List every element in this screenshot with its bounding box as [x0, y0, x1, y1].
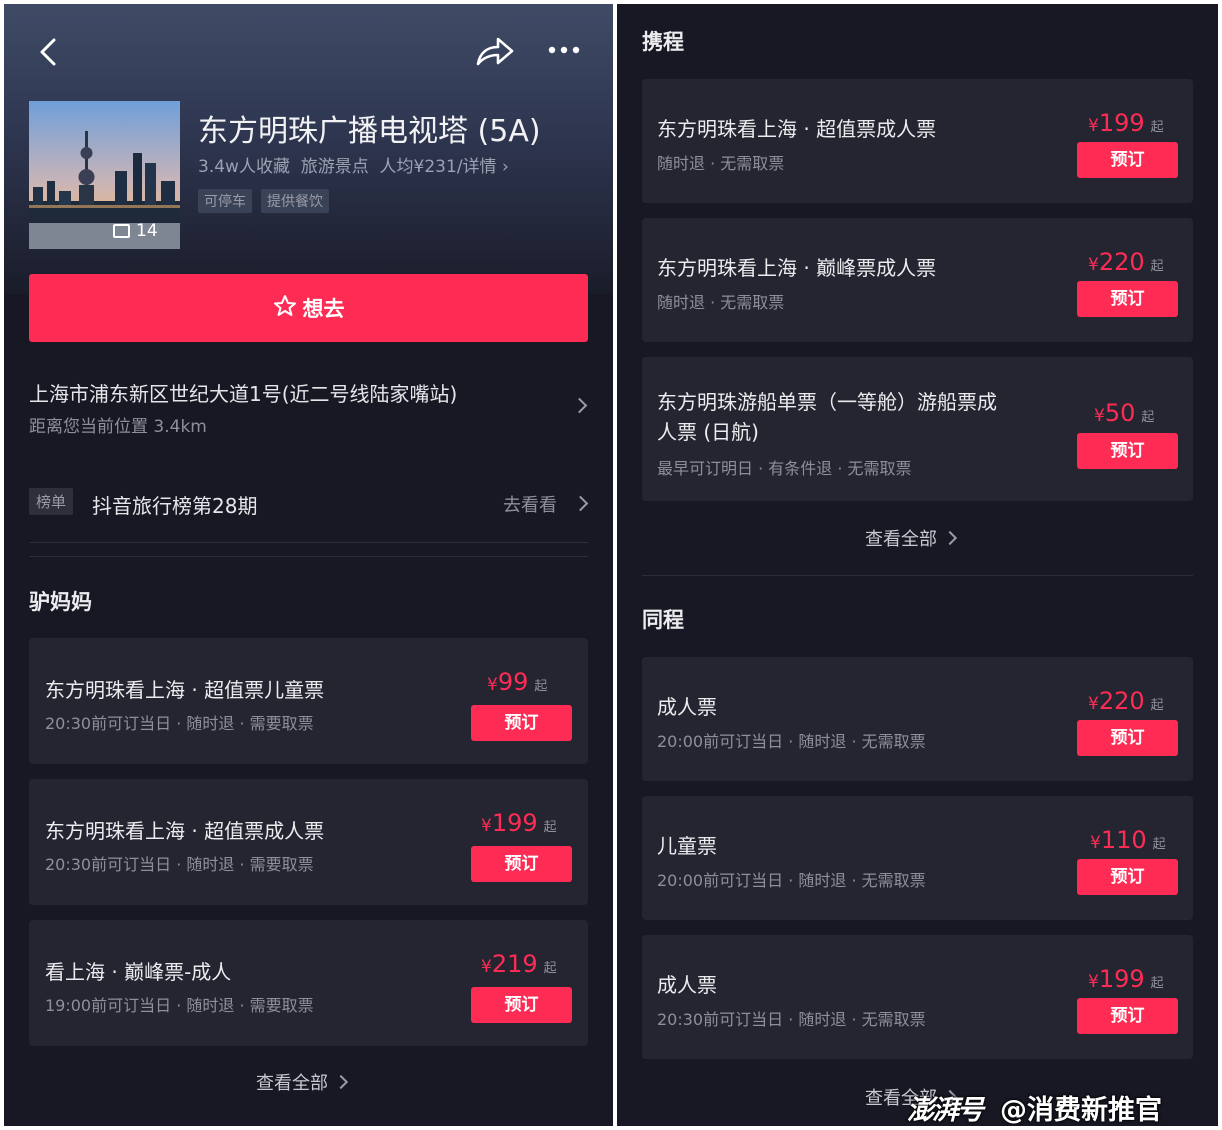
view-all-label: 查看全部: [256, 1073, 328, 1094]
ticket-card[interactable]: 东方明珠看上海 · 超值票成人票 随时退 · 无需取票 ¥199 起 预订: [642, 79, 1193, 203]
ticket-conditions: 最早可订明日 · 有条件退 · 无需取票: [657, 459, 912, 478]
more-icon[interactable]: [547, 42, 581, 58]
ticket-conditions: 20:00前可订当日 · 随时退 · 无需取票: [657, 871, 926, 890]
section-title-lvmama: 驴妈妈: [29, 590, 92, 614]
ticket-name: 看上海 · 巅峰票-成人: [45, 960, 232, 984]
address-line: 上海市浦东新区世纪大道1号(近二号线陆家嘴站): [29, 382, 458, 406]
ticket-price: ¥110 起: [1090, 826, 1166, 854]
ticket-conditions: 20:00前可订当日 · 随时退 · 无需取票: [657, 732, 926, 751]
want-label: 想去: [302, 297, 345, 321]
ticket-card[interactable]: 看上海 · 巅峰票-成人 19:00前可订当日 · 随时退 · 需要取票 ¥21…: [29, 920, 588, 1046]
back-icon[interactable]: [36, 36, 64, 68]
view-all-link[interactable]: 查看全部: [256, 1069, 349, 1095]
ticket-name: 成人票: [657, 973, 717, 997]
ticket-card[interactable]: 东方明珠看上海 · 超值票成人票 20:30前可订当日 · 随时退 · 需要取票…: [29, 779, 588, 905]
ticket-price: ¥199 起: [1088, 965, 1164, 993]
left-panel: 14 东方明珠广播电视塔 (5A) 3.4w人收藏 旅游景点 人均¥231/详情…: [4, 4, 613, 1126]
chevron-right-icon: [571, 397, 588, 414]
ticket-conditions: 20:30前可订当日 · 随时退 · 需要取票: [45, 714, 314, 733]
ranking-name: 抖音旅行榜第28期: [92, 494, 258, 518]
ticket-price: ¥199 起: [1088, 109, 1164, 137]
book-button[interactable]: 预订: [1077, 859, 1178, 895]
star-icon: [273, 294, 297, 323]
ticket-price: ¥220 起: [1088, 248, 1164, 276]
book-button[interactable]: 预订: [1077, 720, 1178, 756]
divider: [29, 542, 588, 543]
ticket-name: 儿童票: [657, 834, 717, 858]
divider: [29, 556, 588, 557]
ticket-conditions: 20:30前可订当日 · 随时退 · 需要取票: [45, 855, 314, 874]
ticket-name: 东方明珠看上海 · 巅峰票成人票: [657, 256, 937, 280]
view-all-link[interactable]: 查看全部: [865, 525, 958, 551]
watermark-logo: 澎湃号: [907, 1095, 984, 1126]
attraction-meta[interactable]: 3.4w人收藏 旅游景点 人均¥231/详情 ›: [198, 152, 509, 177]
divider: [642, 575, 1193, 576]
ticket-name-line-1: 东方明珠游船单票（一等舱）游船票成: [657, 390, 997, 414]
ticket-price: ¥50 起: [1094, 399, 1155, 427]
ticket-card[interactable]: 成人票 20:00前可订当日 · 随时退 · 无需取票 ¥220 起 预订: [642, 657, 1193, 781]
chevron-right-icon: [572, 495, 589, 512]
ranking-link[interactable]: 去看看: [503, 491, 557, 517]
ranking-row[interactable]: 榜单 抖音旅行榜第28期 去看看: [29, 484, 589, 524]
gallery-icon: [113, 224, 130, 238]
chevron-right-icon: [333, 1074, 349, 1090]
ticket-price: ¥99 起: [487, 668, 548, 696]
ticket-conditions: 19:00前可订当日 · 随时退 · 需要取票: [45, 996, 314, 1015]
ticket-price: ¥219 起: [481, 950, 557, 978]
book-button[interactable]: 预订: [1077, 998, 1178, 1034]
ticket-price: ¥220 起: [1088, 687, 1164, 715]
book-button[interactable]: 预订: [1077, 281, 1178, 317]
ticket-conditions: 随时退 · 无需取票: [657, 293, 785, 312]
ticket-name: 东方明珠看上海 · 超值票儿童票: [45, 678, 325, 702]
ticket-card[interactable]: 东方明珠看上海 · 巅峰票成人票 随时退 · 无需取票 ¥220 起 预订: [642, 218, 1193, 342]
photo-count: 14: [136, 221, 158, 241]
tag-parking: 可停车: [198, 189, 252, 213]
share-icon[interactable]: [474, 34, 516, 70]
ticket-card[interactable]: 东方明珠看上海 · 超值票儿童票 20:30前可订当日 · 随时退 · 需要取票…: [29, 638, 588, 764]
book-button[interactable]: 预订: [471, 846, 572, 882]
want-to-go-button[interactable]: 想去: [29, 274, 588, 342]
ticket-name-line-2: 人票 (日航): [657, 420, 759, 444]
watermark-handle: @消费新推官: [1000, 1095, 1162, 1126]
view-all-label: 查看全部: [865, 529, 937, 550]
ticket-conditions: 20:30前可订当日 · 随时退 · 无需取票: [657, 1010, 926, 1029]
ticket-card[interactable]: 儿童票 20:00前可订当日 · 随时退 · 无需取票 ¥110 起 预订: [642, 796, 1193, 920]
address-row[interactable]: 上海市浦东新区世纪大道1号(近二号线陆家嘴站) 距离您当前位置 3.4km: [29, 374, 588, 444]
ticket-card[interactable]: 成人票 20:30前可订当日 · 随时退 · 无需取票 ¥199 起 预订: [642, 935, 1193, 1059]
ticket-price: ¥199 起: [481, 809, 557, 837]
ticket-card[interactable]: 东方明珠游船单票（一等舱）游船票成 人票 (日航) 最早可订明日 · 有条件退 …: [642, 357, 1193, 501]
watermark: 澎湃号 @消费新推官: [907, 1088, 1162, 1126]
attraction-photo[interactable]: 14: [29, 101, 180, 249]
address-distance: 距离您当前位置 3.4km: [29, 417, 207, 437]
chevron-right-icon: [942, 530, 958, 546]
attraction-title: 东方明珠广播电视塔 (5A): [198, 114, 541, 149]
section-title-ctrip: 携程: [642, 30, 684, 54]
book-button[interactable]: 预订: [471, 987, 572, 1023]
book-button[interactable]: 预订: [1077, 142, 1178, 178]
right-panel: 携程 东方明珠看上海 · 超值票成人票 随时退 · 无需取票 ¥199 起 预订 …: [617, 4, 1218, 1126]
ticket-conditions: 随时退 · 无需取票: [657, 154, 785, 173]
book-button[interactable]: 预订: [1077, 433, 1178, 469]
ranking-badge: 榜单: [29, 488, 74, 515]
tag-dining: 提供餐饮: [261, 189, 329, 213]
ticket-name: 成人票: [657, 695, 717, 719]
ticket-name: 东方明珠看上海 · 超值票成人票: [657, 117, 937, 141]
section-title-tongcheng: 同程: [642, 608, 684, 632]
book-button[interactable]: 预订: [471, 705, 572, 741]
ticket-name: 东方明珠看上海 · 超值票成人票: [45, 819, 325, 843]
photo-count-badge: 14: [113, 221, 158, 241]
